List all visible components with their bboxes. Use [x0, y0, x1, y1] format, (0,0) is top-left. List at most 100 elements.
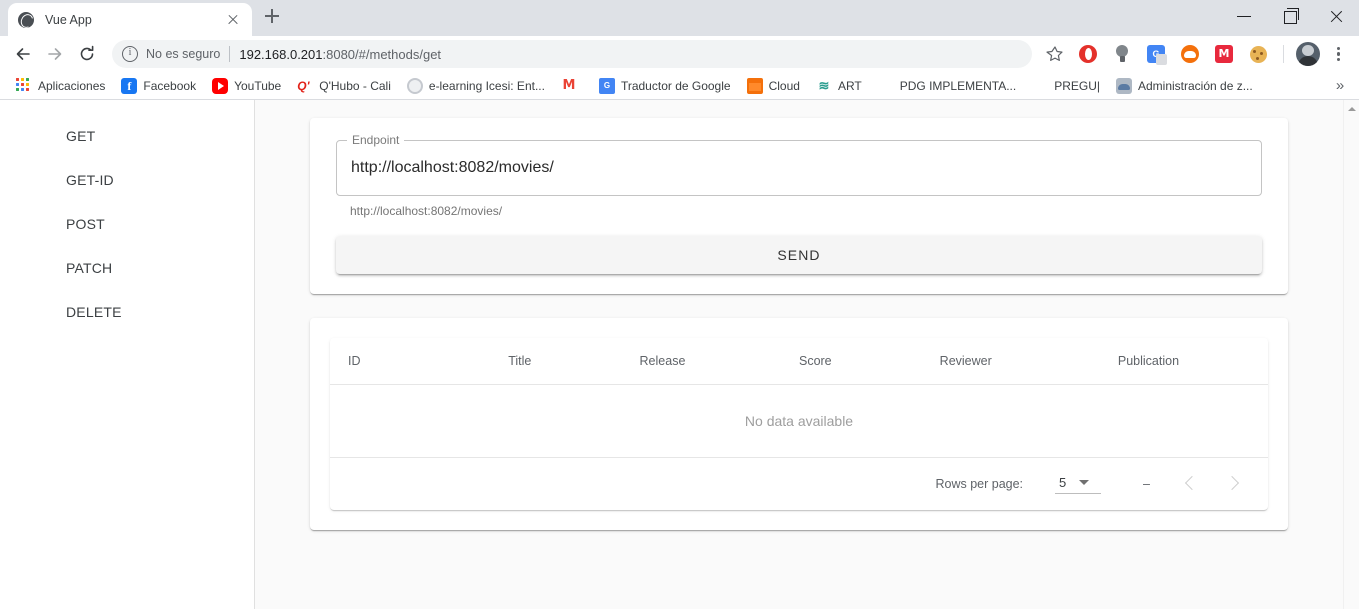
bookmark-pregu[interactable]: PREGU|: [1024, 74, 1108, 98]
bookmark-apps[interactable]: Aplicaciones: [8, 74, 113, 98]
page-scrollbar[interactable]: [1343, 100, 1359, 609]
endpoint-hint-text: http://localhost:8082/movies/: [350, 204, 503, 218]
bookmark-label: PREGU|: [1054, 78, 1100, 93]
column-header-reviewer[interactable]: Reviewer: [939, 338, 1118, 385]
tab-title: Vue App: [45, 12, 92, 27]
security-status-text: No es seguro: [146, 47, 221, 61]
sidebar-item-label: GET: [66, 128, 96, 144]
reload-icon[interactable]: [72, 39, 102, 69]
bookmark-facebook[interactable]: f Facebook: [113, 74, 204, 98]
sidebar-item-post[interactable]: POST: [0, 202, 254, 246]
sidebar-item-get[interactable]: GET: [0, 114, 254, 158]
bookmark-label: Administración de z...: [1138, 78, 1253, 93]
main-content: Endpoint http://localhost:8082/movies/ h…: [255, 100, 1343, 609]
zimbra-icon: [1116, 77, 1132, 94]
new-tab-button[interactable]: [258, 2, 286, 30]
bookmark-qhubo[interactable]: Q' Q'Hubo - Cali: [289, 74, 399, 98]
bookmark-label: PDG IMPLEMENTA...: [899, 78, 1017, 93]
sidebar-item-delete[interactable]: DELETE: [0, 290, 254, 334]
moodle-icon: [406, 77, 423, 94]
sidebar-item-get-id[interactable]: GET-ID: [0, 158, 254, 202]
table-footer: Rows per page: 5 –: [330, 458, 1268, 510]
tab-close-icon[interactable]: [224, 11, 242, 29]
youtube-icon: [212, 77, 229, 94]
next-page-button[interactable]: [1212, 464, 1252, 504]
bookmark-star-icon[interactable]: [1040, 39, 1070, 69]
bookmark-cloud[interactable]: Cloud: [739, 74, 808, 98]
bookmark-gmail[interactable]: M: [553, 74, 591, 98]
column-header-release[interactable]: Release: [639, 338, 799, 385]
site-info-icon[interactable]: [122, 46, 138, 62]
sidebar-item-label: GET-ID: [66, 172, 114, 188]
previous-page-button[interactable]: [1172, 464, 1212, 504]
endpoint-input-value: http://localhost:8082/movies/: [351, 159, 554, 176]
rows-per-page-value: 5: [1059, 474, 1067, 490]
sidebar-item-label: POST: [66, 216, 105, 232]
bookmark-label: Aplicaciones: [38, 78, 106, 93]
title-bar: Vue App: [0, 0, 1359, 36]
cloud-box-icon: [746, 77, 763, 94]
bookmark-label: ART: [837, 78, 862, 93]
art-icon: ≋: [818, 77, 830, 93]
browser-window: Vue App No es seguro 192.168.0.201:8080/…: [0, 0, 1359, 609]
cloud-extension-icon[interactable]: [1177, 41, 1203, 67]
bookmark-traductor[interactable]: G Traductor de Google: [591, 74, 739, 98]
apps-grid-icon: [16, 78, 32, 94]
table-head: ID Title Release Score Reviewer Publicat…: [330, 338, 1268, 385]
bookmark-art[interactable]: ≋ ART: [808, 74, 870, 98]
restore-button[interactable]: [1267, 0, 1313, 32]
rows-per-page-label: Rows per page:: [935, 477, 1024, 491]
url-text: 192.168.0.201:8080/#/methods/get: [239, 47, 441, 62]
chrome-menu-icon[interactable]: [1325, 41, 1351, 67]
window-controls: [1221, 0, 1359, 32]
results-table-container: ID Title Release Score Reviewer Publicat…: [330, 338, 1268, 510]
cookie-extension-icon[interactable]: [1245, 41, 1271, 67]
google-translate-extension-icon[interactable]: G: [1143, 41, 1169, 67]
empty-state-row: No data available: [330, 384, 1268, 458]
bookmark-youtube[interactable]: YouTube: [204, 74, 289, 98]
close-window-button[interactable]: [1313, 0, 1359, 32]
sidebar-item-patch[interactable]: PATCH: [0, 246, 254, 290]
scroll-up-arrow-icon[interactable]: [1344, 102, 1359, 116]
table-header-row: ID Title Release Score Reviewer Publicat…: [330, 338, 1268, 385]
table-body: No data available: [330, 384, 1268, 458]
forward-icon[interactable]: [40, 39, 70, 69]
endpoint-field-label: Endpoint: [347, 133, 405, 147]
omnibox-divider: [229, 46, 231, 62]
column-header-score[interactable]: Score: [798, 338, 940, 385]
bookmarks-bar: Aplicaciones f Facebook YouTube Q' Q'Hub…: [0, 72, 1359, 100]
endpoint-input[interactable]: Endpoint http://localhost:8082/movies/: [336, 133, 1262, 196]
bookmark-label: Cloud: [768, 78, 800, 93]
url-path: :8080/#/methods/get: [322, 46, 442, 62]
lightbulb-extension-icon[interactable]: [1109, 41, 1135, 67]
bookmark-pdg[interactable]: PDG IMPLEMENTA...: [870, 74, 1024, 98]
bookmark-zimbra[interactable]: Administración de z...: [1108, 74, 1261, 98]
send-button[interactable]: SEND: [336, 236, 1262, 274]
bookmark-label: YouTube: [234, 78, 282, 93]
bookmarks-overflow-icon[interactable]: »: [1329, 77, 1351, 94]
pagination-range-text: –: [1143, 477, 1150, 491]
opera-extension-icon[interactable]: [1075, 41, 1101, 67]
endpoint-card: Endpoint http://localhost:8082/movies/ h…: [310, 118, 1288, 294]
empty-state-text: No data available: [330, 384, 1268, 458]
address-bar[interactable]: No es seguro 192.168.0.201:8080/#/method…: [112, 40, 1032, 68]
browser-tab[interactable]: Vue App: [8, 3, 252, 36]
sidebar-item-label: DELETE: [66, 304, 122, 320]
column-header-publication[interactable]: Publication: [1117, 338, 1268, 385]
minimize-button[interactable]: [1221, 0, 1267, 32]
sidebar-navigation: GET GET-ID POST PATCH DELETE: [0, 100, 255, 609]
profile-avatar-icon[interactable]: [1296, 42, 1320, 66]
mega-extension-icon[interactable]: M: [1211, 41, 1237, 67]
url-host: 192.168.0.201: [239, 46, 323, 62]
bookmark-elearning[interactable]: e-learning Icesi: Ent...: [399, 74, 553, 98]
rows-per-page-select[interactable]: 5: [1055, 474, 1102, 494]
tab-favicon-globe-icon: [18, 11, 34, 28]
back-icon[interactable]: [8, 39, 38, 69]
results-table: ID Title Release Score Reviewer Publicat…: [330, 338, 1268, 458]
globe-icon: [1032, 78, 1048, 94]
toolbar-divider: [1283, 45, 1284, 63]
results-card: ID Title Release Score Reviewer Publicat…: [310, 318, 1288, 530]
facebook-icon: f: [121, 77, 138, 94]
column-header-id[interactable]: ID: [330, 338, 509, 385]
column-header-title[interactable]: Title: [508, 338, 640, 385]
